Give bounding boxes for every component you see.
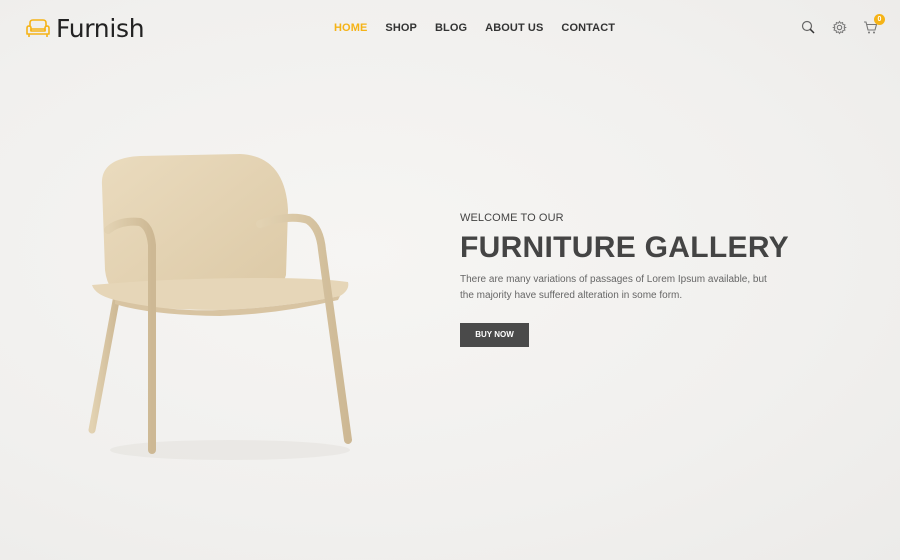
buy-now-button[interactable]: BUY NOW <box>460 323 529 347</box>
gear-icon[interactable] <box>832 20 847 35</box>
header-actions: 0 <box>801 14 885 35</box>
logo[interactable]: Furnish <box>24 14 145 43</box>
hero-chair-image <box>88 154 352 460</box>
hero-description: There are many variations of passages of… <box>460 274 767 301</box>
search-icon[interactable] <box>801 20 816 35</box>
nav-blog[interactable]: BLOG <box>435 22 467 34</box>
cart-button[interactable]: 0 <box>863 14 885 35</box>
nav-home[interactable]: HOME <box>334 22 367 34</box>
hero-content: WELCOME TO OUR FURNITURE GALLERY There a… <box>460 212 789 347</box>
nav-about-us[interactable]: ABOUT US <box>485 22 543 34</box>
brand-name: Furnish <box>56 14 145 43</box>
site-header: Furnish HOME SHOP BLOG ABOUT US CONTACT … <box>0 0 900 58</box>
hero-title: FURNITURE GALLERY <box>460 231 789 264</box>
nav-contact[interactable]: CONTACT <box>561 22 615 34</box>
sofa-icon <box>26 18 50 37</box>
main-nav: HOME SHOP BLOG ABOUT US CONTACT <box>334 22 615 34</box>
cart-count-badge: 0 <box>874 14 885 25</box>
nav-shop[interactable]: SHOP <box>385 22 417 34</box>
hero-eyebrow: WELCOME TO OUR <box>460 212 564 224</box>
